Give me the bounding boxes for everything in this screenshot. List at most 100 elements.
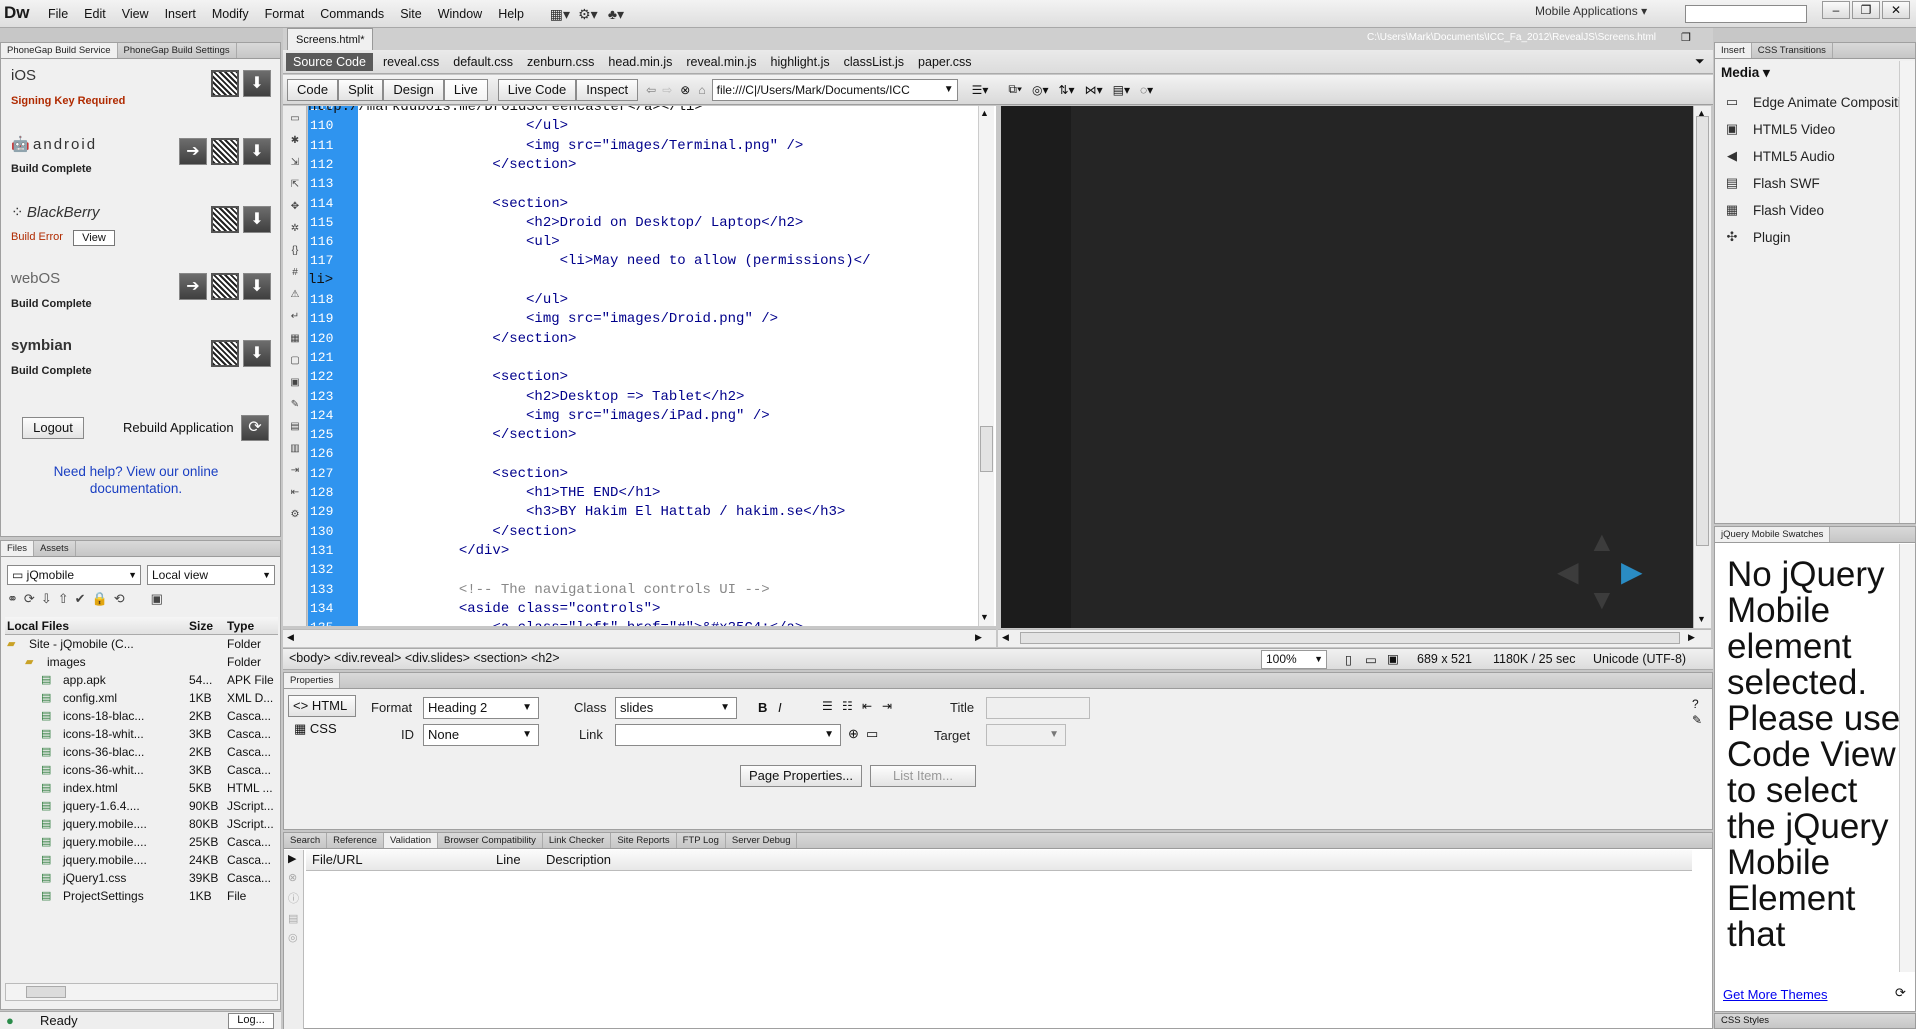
- minimize-button[interactable]: –: [1822, 1, 1850, 19]
- point-to-file-icon[interactable]: ⊕: [848, 726, 859, 742]
- menu-modify[interactable]: Modify: [204, 0, 257, 28]
- qr-code-icon[interactable]: [211, 70, 239, 97]
- search-input[interactable]: [1685, 5, 1807, 23]
- get-files-icon[interactable]: ⇩: [41, 591, 52, 607]
- related-head-min-js[interactable]: head.min.js: [601, 50, 679, 74]
- restore-icon[interactable]: ❐: [1681, 31, 1691, 44]
- outdent-icon[interactable]: ⇤: [862, 699, 872, 713]
- menu-site[interactable]: Site: [392, 0, 430, 28]
- scroll-thumb[interactable]: [1696, 116, 1709, 546]
- insert-edge-animate[interactable]: ▭ Edge Animate Compositi: [1721, 91, 1901, 113]
- class-select[interactable]: slides ▼: [615, 697, 737, 719]
- live-view-button[interactable]: Live: [443, 78, 488, 101]
- balance-braces-icon[interactable]: {}: [286, 242, 304, 260]
- css-styles-tab[interactable]: CSS Styles: [1714, 1013, 1916, 1029]
- validate-icon[interactable]: ◌▾: [1140, 83, 1153, 97]
- download-button[interactable]: ⬇: [243, 206, 271, 233]
- stop-icon[interactable]: ⊗: [288, 871, 299, 884]
- tab-server-debug[interactable]: Server Debug: [726, 833, 798, 848]
- insert-flash-video[interactable]: ▦ Flash Video: [1721, 199, 1824, 221]
- related-zenburn-css[interactable]: zenburn.css: [520, 50, 601, 74]
- file-row[interactable]: ▤ icons-18-whit... 3KB Casca...: [5, 725, 278, 743]
- sync-icon[interactable]: ⟲: [114, 591, 125, 607]
- back-icon[interactable]: ⇦: [646, 83, 656, 97]
- file-row[interactable]: ▤ jQuery1.css 39KB Casca...: [5, 869, 278, 887]
- tab-css-transitions[interactable]: CSS Transitions: [1752, 43, 1833, 58]
- scroll-down-icon[interactable]: ▼: [980, 612, 989, 622]
- wrap-tag-icon[interactable]: ✎: [286, 396, 304, 414]
- related-paper-css[interactable]: paper.css: [911, 50, 979, 74]
- file-management-icon[interactable]: ⇅▾: [1059, 83, 1075, 97]
- related-reveal-css[interactable]: reveal.css: [376, 50, 446, 74]
- quick-tag-editor-icon[interactable]: ✎: [1692, 713, 1702, 727]
- visual-aids-icon[interactable]: ⋈▾: [1085, 83, 1103, 97]
- insert-flash-swf[interactable]: ▤ Flash SWF: [1721, 172, 1820, 194]
- unordered-list-icon[interactable]: ☰: [822, 699, 833, 713]
- layout-icon[interactable]: ▦▾: [546, 4, 574, 24]
- scroll-left-icon[interactable]: ◀: [287, 632, 294, 643]
- nav-left-icon[interactable]: ◀: [1557, 555, 1579, 588]
- col-line[interactable]: Line: [496, 852, 521, 867]
- scroll-right-icon[interactable]: ▶: [975, 632, 982, 643]
- menu-edit[interactable]: Edit: [76, 0, 114, 28]
- html-mode-button[interactable]: <> HTML: [288, 695, 356, 717]
- preview-browser-icon[interactable]: ◎▾: [1032, 83, 1049, 97]
- live-view[interactable]: ▲ ▼ ◀ ▶: [1001, 106, 1693, 628]
- upload-button[interactable]: ➔: [179, 138, 207, 165]
- collapse-tag-icon[interactable]: ⇲: [286, 154, 304, 172]
- col-file-url[interactable]: File/URL: [312, 852, 363, 867]
- tab-properties[interactable]: Properties: [284, 673, 341, 688]
- tab-search[interactable]: Search: [284, 833, 328, 848]
- related-reveal-min-js[interactable]: reveal.min.js: [679, 50, 763, 74]
- line-numbers-icon[interactable]: #: [286, 264, 304, 282]
- recent-snippets-icon[interactable]: ▤: [286, 418, 304, 436]
- download-button[interactable]: ⬇: [243, 273, 271, 300]
- menu-insert[interactable]: Insert: [157, 0, 204, 28]
- download-button[interactable]: ⬇: [243, 70, 271, 97]
- file-row[interactable]: ▰ Site - jQmobile (C... Folder: [5, 635, 278, 653]
- tablet-size-icon[interactable]: ▭: [1365, 652, 1377, 667]
- multiscreen-icon[interactable]: ⧉▾: [1008, 82, 1022, 97]
- open-documents-icon[interactable]: ▭: [286, 110, 304, 128]
- gear-icon[interactable]: ⚙▾: [574, 4, 602, 24]
- tab-browser-compatibility[interactable]: Browser Compatibility: [438, 833, 543, 848]
- scroll-thumb[interactable]: [980, 426, 993, 472]
- scroll-right-icon[interactable]: ▶: [1688, 632, 1695, 643]
- tab-validation[interactable]: Validation: [383, 833, 438, 848]
- site-select[interactable]: ▭ jQmobile ▼: [7, 565, 141, 585]
- bold-button[interactable]: B: [758, 700, 767, 715]
- select-parent-tag-icon[interactable]: ✲: [286, 220, 304, 238]
- target-select[interactable]: ▼: [986, 724, 1066, 746]
- nav-right-icon[interactable]: ▶: [1621, 555, 1643, 588]
- nav-up-icon[interactable]: ▲: [1588, 526, 1616, 558]
- col-local-files[interactable]: Local Files: [5, 617, 189, 634]
- close-button[interactable]: ✕: [1882, 1, 1910, 19]
- zoom-select[interactable]: 100% ▼: [1261, 650, 1327, 669]
- save-report-icon[interactable]: ▤: [288, 912, 299, 925]
- file-row[interactable]: ▤ icons-36-blac... 2KB Casca...: [5, 743, 278, 761]
- home-icon[interactable]: ⌂: [698, 83, 705, 97]
- scroll-left-icon[interactable]: ◀: [1002, 632, 1009, 643]
- expand-icon[interactable]: ▣: [151, 591, 163, 607]
- download-button[interactable]: ⬇: [243, 340, 271, 367]
- title-input[interactable]: [986, 697, 1090, 719]
- tab-assets[interactable]: Assets: [34, 541, 76, 556]
- list-item-button[interactable]: List Item...: [870, 765, 976, 787]
- code-horizontal-scrollbar[interactable]: ◀ ▶: [283, 629, 996, 647]
- address-field[interactable]: file:///C|/Users/Mark/Documents/ICC ▼: [711, 78, 958, 101]
- nav-down-icon[interactable]: ▼: [1588, 584, 1616, 616]
- insert-html5-video[interactable]: ▣ HTML5 Video: [1721, 118, 1835, 140]
- file-row[interactable]: ▤ jquery.mobile.... 24KB Casca...: [5, 851, 278, 869]
- file-row[interactable]: ▰ images Folder: [5, 653, 278, 671]
- css-mode-button[interactable]: ▦ CSS: [294, 721, 337, 737]
- file-row[interactable]: ▤ jquery.mobile.... 80KB JScript...: [5, 815, 278, 833]
- tab-link-checker[interactable]: Link Checker: [543, 833, 612, 848]
- tab-ftp-log[interactable]: FTP Log: [677, 833, 726, 848]
- tab-jquery-mobile-swatches[interactable]: jQuery Mobile Swatches: [1715, 527, 1831, 542]
- ordered-list-icon[interactable]: ☷: [842, 699, 853, 713]
- related-default-css[interactable]: default.css: [446, 50, 520, 74]
- upload-button[interactable]: ➔: [179, 273, 207, 300]
- checkin-icon[interactable]: 🔒: [92, 591, 108, 607]
- insert-plugin[interactable]: ✣ Plugin: [1721, 226, 1791, 248]
- tab-reference[interactable]: Reference: [327, 833, 384, 848]
